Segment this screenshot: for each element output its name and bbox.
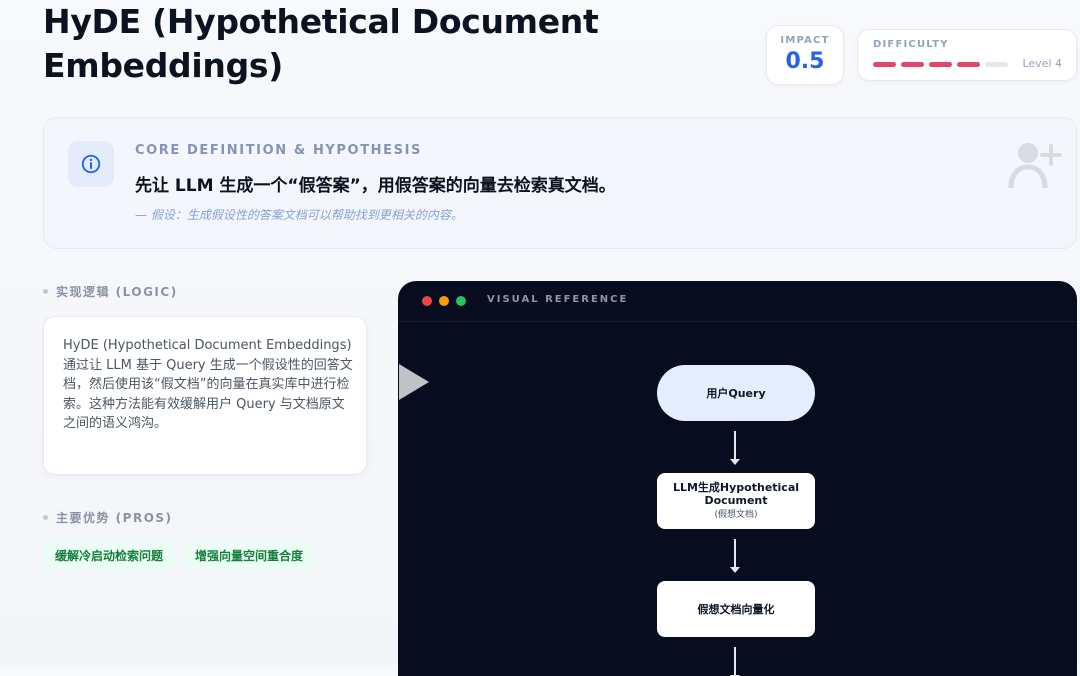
page-title: HyDE (Hypothetical Document Embeddings)	[43, 0, 599, 88]
definition-hypothesis: — 假设：生成假设性的答案文档可以帮助找到更相关的内容。	[135, 208, 463, 222]
play-icon[interactable]	[397, 362, 431, 402]
visual-reference-panel: VISUAL REFERENCE 用户Query LLM生成Hypothetic…	[398, 281, 1077, 676]
info-icon	[81, 154, 101, 174]
pro-tag: 增强向量空间重合度	[183, 541, 316, 571]
difficulty-bar	[957, 62, 980, 67]
visual-panel-header: VISUAL REFERENCE	[398, 281, 1077, 322]
pros-list: 缓解冷启动检索问题 增强向量空间重合度	[43, 541, 316, 571]
impact-label: IMPACT	[780, 35, 830, 46]
difficulty-bar	[873, 62, 896, 67]
section-bullet	[43, 289, 48, 294]
flow-node-llm-generate: LLM生成Hypothetical Document (假想文档)	[657, 473, 815, 529]
flow-node-vectorize: 假想文档向量化	[657, 581, 815, 637]
flow-node-label-line1: LLM生成Hypothetical	[672, 480, 800, 494]
window-maximize-dot	[456, 296, 466, 306]
flow-node-label-line2: Document	[704, 493, 768, 507]
impact-value: 0.5	[785, 49, 825, 74]
difficulty-bar	[929, 62, 952, 67]
flow-arrow	[730, 431, 740, 465]
window-minimize-dot	[439, 296, 449, 306]
flow-node-user-query: 用户Query	[657, 365, 815, 421]
logic-label-text: 实现逻辑 (LOGIC)	[56, 285, 178, 299]
difficulty-bar	[985, 62, 1008, 67]
difficulty-bar	[901, 62, 924, 67]
flow-arrow	[730, 647, 740, 676]
add-user-icon	[1008, 143, 1062, 189]
impact-card: IMPACT 0.5	[766, 25, 844, 85]
flow-node-label: 假想文档向量化	[697, 603, 775, 616]
logic-card: HyDE (Hypothetical Document Embeddings) …	[43, 316, 367, 475]
section-bullet	[43, 515, 48, 520]
logic-section-label: 实现逻辑 (LOGIC)	[43, 283, 178, 300]
page-title-line2: Embeddings)	[43, 46, 284, 85]
flow-node-sublabel: (假想文档)	[714, 509, 758, 520]
difficulty-meter	[873, 62, 1008, 67]
definition-label: CORE DEFINITION & HYPOTHESIS	[135, 143, 423, 158]
page-title-line1: HyDE (Hypothetical Document	[43, 2, 599, 41]
window-close-dot	[422, 296, 432, 306]
visual-panel-title: VISUAL REFERENCE	[487, 294, 629, 305]
definition-main: 先让 LLM 生成一个“假答案”，用假答案的向量去检索真文档。	[135, 176, 616, 196]
info-badge	[68, 141, 114, 187]
difficulty-card: DIFFICULTY Level 4	[857, 29, 1077, 81]
flow-node-label: 用户Query	[706, 387, 766, 400]
core-definition-card: CORE DEFINITION & HYPOTHESIS 先让 LLM 生成一个…	[43, 117, 1077, 249]
pros-label-text: 主要优势 (PROS)	[56, 511, 173, 525]
difficulty-label: DIFFICULTY	[873, 39, 949, 50]
flow-arrow	[730, 539, 740, 573]
logic-text: HyDE (Hypothetical Document Embeddings) …	[63, 338, 353, 431]
difficulty-level: Level 4	[1022, 57, 1062, 70]
pro-tag: 缓解冷启动检索问题	[43, 541, 176, 571]
pros-section-label: 主要优势 (PROS)	[43, 509, 173, 526]
